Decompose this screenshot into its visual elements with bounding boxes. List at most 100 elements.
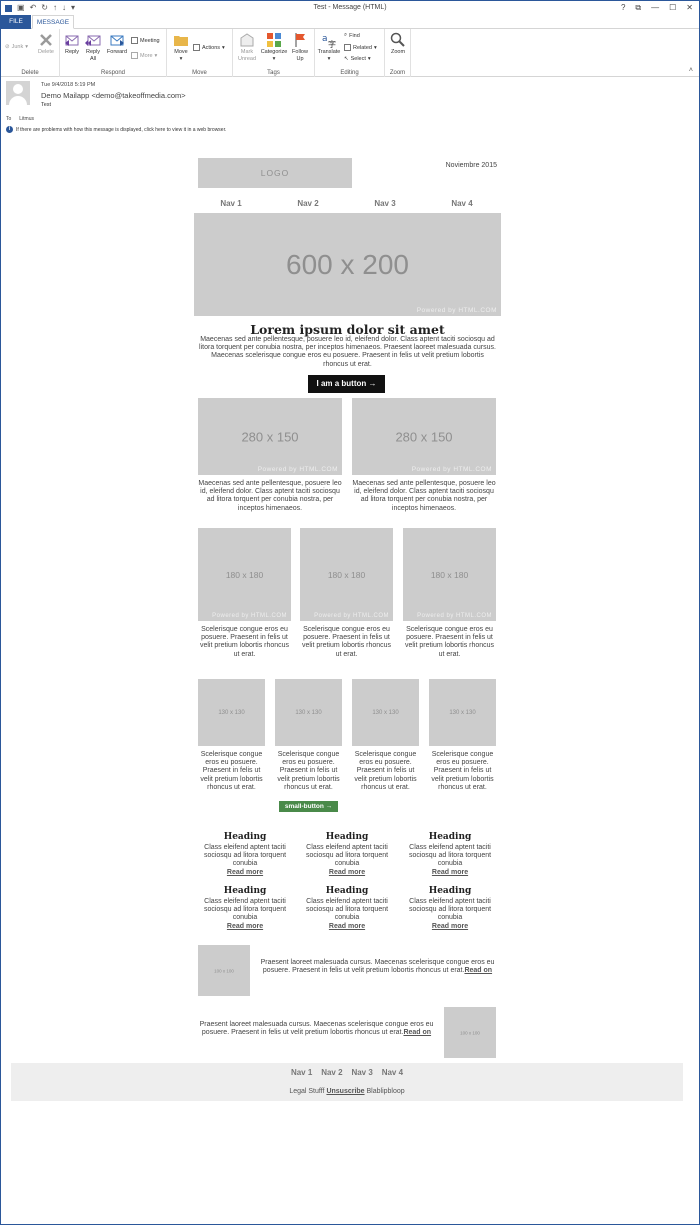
actions-icon bbox=[193, 44, 200, 51]
footer-nav-1[interactable]: Nav 1 bbox=[291, 1068, 312, 1077]
read-more-link-3[interactable]: Read more bbox=[432, 869, 468, 876]
minimize-button[interactable]: — bbox=[651, 3, 659, 13]
message-from[interactable]: Demo Mailapp <demo@takeoffmedia.com> bbox=[41, 91, 186, 100]
nav-link-2[interactable]: Nav 2 bbox=[278, 199, 338, 208]
info-icon: i bbox=[6, 126, 13, 133]
forward-button[interactable]: Forward bbox=[104, 32, 130, 56]
collapse-ribbon-icon[interactable]: ˄ bbox=[689, 67, 693, 74]
group-respond: Reply Reply All Forward Meeting More ▾ Re… bbox=[60, 29, 167, 77]
legal-text: Legal Stufff bbox=[289, 1088, 325, 1095]
tab-file[interactable]: FILE bbox=[1, 15, 31, 29]
svg-text:字: 字 bbox=[328, 39, 336, 48]
meeting-icon bbox=[131, 37, 138, 44]
three-col-image-2: 180 x 180 Powered by HTML.COM bbox=[300, 528, 393, 621]
tab-message[interactable]: MESSAGE bbox=[32, 15, 74, 29]
group-label-respond: Respond bbox=[100, 70, 126, 76]
delete-x-icon bbox=[40, 34, 52, 46]
heading-text-2: Class eleifend aptent taciti sociosqu ad… bbox=[305, 844, 389, 876]
junk-button[interactable]: ⊘ Junk ▾ bbox=[5, 44, 28, 50]
magnifier-icon bbox=[390, 32, 405, 47]
close-button[interactable]: ✕ bbox=[686, 3, 693, 13]
group-tags: Mark Unread Categorize ▾ Follow Up Tags bbox=[233, 29, 315, 77]
reply-all-button[interactable]: Reply All bbox=[83, 32, 103, 63]
group-zoom: Zoom Zoom bbox=[385, 29, 411, 77]
heading-text-1: Class eleifend aptent taciti sociosqu ad… bbox=[203, 844, 287, 876]
select-button[interactable]: ↖ Select ▾ bbox=[344, 56, 371, 62]
group-move: Move ▾ Actions ▾ Move bbox=[167, 29, 233, 77]
read-more-link-6[interactable]: Read more bbox=[432, 923, 468, 930]
recipient[interactable]: Litmus bbox=[19, 116, 34, 122]
read-on-link-2[interactable]: Read on bbox=[403, 1029, 431, 1036]
footer-nav: Nav 1 Nav 2 Nav 3 Nav 4 bbox=[11, 1068, 683, 1077]
left-image-placeholder: 100 x 100 bbox=[198, 945, 250, 996]
three-col-text-2: Scelerisque congue eros eu posuere. Prae… bbox=[301, 626, 392, 658]
footer-nav-2[interactable]: Nav 2 bbox=[321, 1068, 342, 1077]
read-on-link-1[interactable]: Read on bbox=[464, 967, 492, 974]
info-bar[interactable]: i If there are problems with how this mes… bbox=[6, 126, 226, 133]
footer-nav-3[interactable]: Nav 3 bbox=[351, 1068, 372, 1077]
actions-button[interactable]: Actions ▾ bbox=[193, 44, 225, 51]
meeting-button[interactable]: Meeting bbox=[131, 37, 160, 44]
two-col-image-1: 280 x 150 Powered by HTML.COM bbox=[198, 398, 342, 475]
footer-extra-text: Blablipbloop bbox=[366, 1088, 405, 1095]
message-to: To Litmus bbox=[6, 116, 35, 122]
primary-cta-button[interactable]: I am a button → bbox=[308, 375, 385, 393]
four-col-image-1: 130 x 130 bbox=[198, 679, 265, 746]
help-button[interactable]: ? bbox=[621, 3, 625, 13]
ribbon: ⊘ Junk ▾ Delete Delete Reply Reply All For… bbox=[1, 29, 699, 77]
mark-unread-icon bbox=[240, 33, 254, 47]
find-button[interactable]: ⌕ Find bbox=[344, 32, 360, 39]
read-more-link-2[interactable]: Read more bbox=[329, 869, 365, 876]
heading-3: Heading bbox=[428, 832, 472, 842]
four-col-image-3: 130 x 130 bbox=[352, 679, 419, 746]
junk-icon: ⊘ bbox=[5, 44, 10, 50]
heading-text-3: Class eleifend aptent taciti sociosqu ad… bbox=[408, 844, 492, 876]
avatar bbox=[6, 81, 30, 105]
heading-1: Heading bbox=[223, 832, 267, 842]
move-button[interactable]: Move ▾ bbox=[171, 32, 191, 63]
newsletter-date: Noviembre 2015 bbox=[445, 162, 497, 169]
right-image-placeholder: 100 x 100 bbox=[444, 1007, 496, 1058]
window-title: Test - Message (HTML) bbox=[313, 4, 387, 11]
read-more-link-5[interactable]: Read more bbox=[329, 923, 365, 930]
group-delete: ⊘ Junk ▾ Delete Delete bbox=[1, 29, 60, 77]
read-more-link-1[interactable]: Read more bbox=[227, 869, 263, 876]
unsubscribe-link[interactable]: Unsuscribe bbox=[326, 1088, 364, 1095]
zoom-button[interactable]: Zoom bbox=[387, 32, 409, 56]
group-label-delete: Delete bbox=[21, 70, 39, 76]
two-col-image-2: 280 x 150 Powered by HTML.COM bbox=[352, 398, 496, 475]
message-header: Tue 9/4/2018 5:19 PM Demo Mailapp <demo@… bbox=[1, 77, 699, 137]
reply-all-icon bbox=[85, 35, 101, 46]
translate-icon: a字 bbox=[322, 34, 336, 48]
three-col-image-3: 180 x 180 Powered by HTML.COM bbox=[403, 528, 496, 621]
group-editing: a字 Translate ▾ ⌕ Find Related ▾ ↖ Select ▾ Ed… bbox=[315, 29, 385, 77]
group-label-zoom: Zoom bbox=[389, 70, 406, 76]
mark-unread-button[interactable]: Mark Unread bbox=[235, 32, 259, 63]
nav-link-4[interactable]: Nav 4 bbox=[432, 199, 492, 208]
left-image-text: Praesent laoreet malesuada cursus. Maece… bbox=[260, 959, 495, 975]
flag-icon bbox=[295, 33, 305, 47]
categorize-button[interactable]: Categorize ▾ bbox=[259, 32, 289, 63]
right-image-text: Praesent laoreet malesuada cursus. Maece… bbox=[199, 1021, 434, 1037]
nav-link-1[interactable]: Nav 1 bbox=[201, 199, 261, 208]
read-more-link-4[interactable]: Read more bbox=[227, 923, 263, 930]
maximize-button[interactable]: ☐ bbox=[669, 3, 676, 13]
move-folder-icon bbox=[174, 36, 188, 46]
related-button[interactable]: Related ▾ bbox=[344, 44, 377, 51]
four-col-text-4: Scelerisque congue eros eu posuere. Prae… bbox=[431, 751, 494, 791]
reply-button[interactable]: Reply bbox=[62, 32, 82, 56]
three-col-image-1: 180 x 180 Powered by HTML.COM bbox=[198, 528, 291, 621]
follow-up-button[interactable]: Follow Up bbox=[289, 32, 311, 63]
categorize-icon bbox=[267, 33, 281, 47]
translate-button[interactable]: a字 Translate ▾ bbox=[316, 32, 342, 63]
nav-link-3[interactable]: Nav 3 bbox=[355, 199, 415, 208]
delete-button[interactable]: Delete bbox=[35, 32, 57, 56]
footer-nav-4[interactable]: Nav 4 bbox=[382, 1068, 403, 1077]
related-icon bbox=[344, 44, 351, 51]
more-button[interactable]: More ▾ bbox=[131, 52, 157, 59]
heading-text-6: Class eleifend aptent taciti sociosqu ad… bbox=[408, 898, 492, 930]
ribbon-display-button[interactable]: ⧉ bbox=[635, 3, 641, 13]
window-controls: ? ⧉ — ☐ ✕ bbox=[621, 3, 693, 13]
binoculars-icon: ⌕ bbox=[344, 32, 348, 38]
small-cta-button[interactable]: small-button → bbox=[279, 801, 338, 812]
